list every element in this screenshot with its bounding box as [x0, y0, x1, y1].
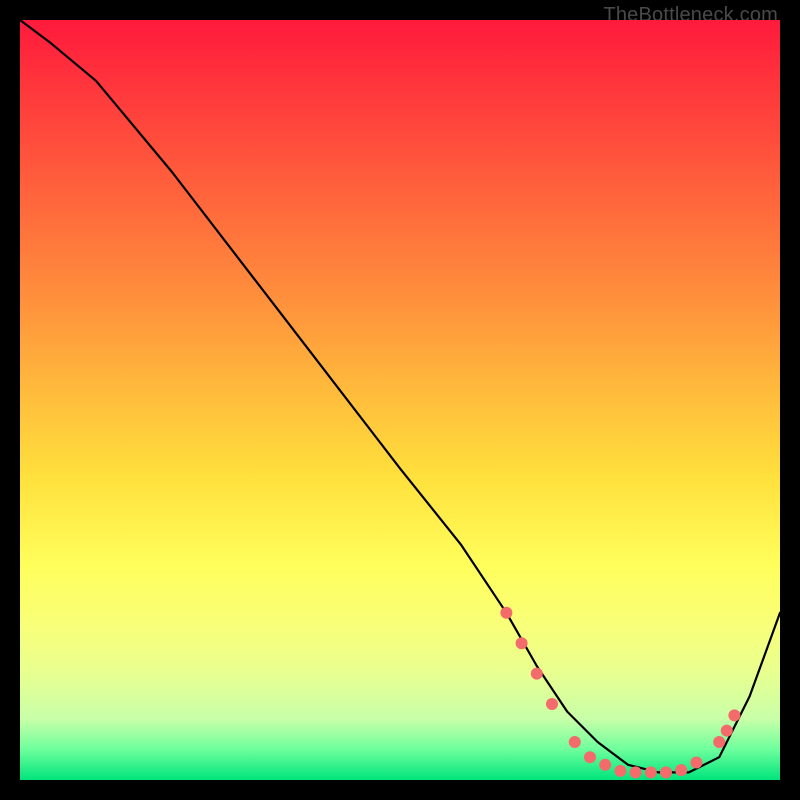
highlight-dot — [690, 757, 702, 769]
curve-svg — [20, 20, 780, 780]
highlight-dots — [500, 607, 740, 779]
highlight-dot — [721, 725, 733, 737]
highlight-dot — [630, 766, 642, 778]
highlight-dot — [531, 668, 543, 680]
highlight-dot — [516, 637, 528, 649]
highlight-dot — [728, 709, 740, 721]
highlight-dot — [546, 698, 558, 710]
highlight-dot — [500, 607, 512, 619]
curve-path — [20, 20, 780, 772]
highlight-dot — [614, 765, 626, 777]
bottleneck-curve — [20, 20, 780, 772]
highlight-dot — [584, 751, 596, 763]
highlight-dot — [569, 736, 581, 748]
chart-frame: TheBottleneck.com — [0, 0, 800, 800]
highlight-dot — [645, 766, 657, 778]
highlight-dot — [713, 736, 725, 748]
highlight-dot — [660, 766, 672, 778]
highlight-dot — [599, 759, 611, 771]
plot-area — [20, 20, 780, 780]
highlight-dot — [675, 764, 687, 776]
